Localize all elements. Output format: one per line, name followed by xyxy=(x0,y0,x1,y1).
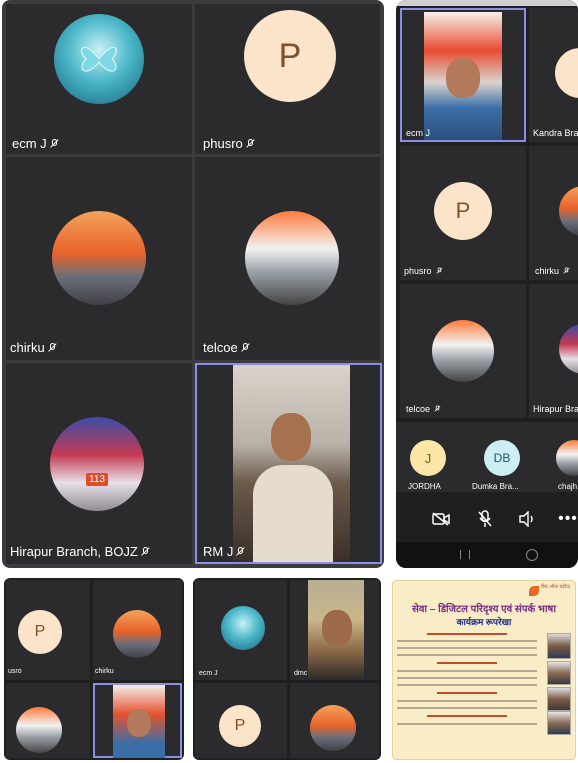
participant-tile[interactable]: dmc xyxy=(290,580,379,680)
document-body xyxy=(397,629,537,755)
participant-tile[interactable]: Hirapur Bra xyxy=(529,284,578,418)
participant-tile[interactable]: chirku xyxy=(93,580,182,680)
participant-avatar[interactable] xyxy=(556,440,578,476)
participant-name: ecm J xyxy=(199,670,218,677)
participant-avatar: P xyxy=(434,182,492,240)
participant-video xyxy=(233,365,350,562)
participant-name: RM J xyxy=(203,544,245,559)
mic-muted-icon xyxy=(48,342,57,353)
participant-tile[interactable]: P phusro xyxy=(195,4,380,154)
speaker-photo xyxy=(547,633,571,659)
phone-meeting-screen: ecm J Kandra Bra P phusro chirku telcoe … xyxy=(396,0,578,568)
speaker-photo xyxy=(547,711,571,735)
participant-tile[interactable]: ecm J xyxy=(195,580,287,680)
participant-video xyxy=(308,580,364,680)
participant-avatar xyxy=(16,707,62,753)
butterfly-icon xyxy=(81,47,117,72)
participant-tile-active[interactable] xyxy=(93,683,182,758)
mic-muted-icon xyxy=(141,546,150,557)
home-icon[interactable] xyxy=(526,549,538,561)
speaker-photo xyxy=(547,687,571,711)
participant-tile[interactable]: telcoe xyxy=(400,284,526,418)
speaker-photo xyxy=(547,661,571,685)
phone-status-bar xyxy=(396,0,578,6)
participant-avatar xyxy=(54,14,144,104)
participant-tile[interactable]: chirku xyxy=(6,157,192,360)
call-controls: ••• xyxy=(396,496,578,542)
mic-muted-icon xyxy=(246,138,255,149)
participant-name: chirku xyxy=(535,266,571,276)
android-nav-bar xyxy=(396,542,578,568)
mic-muted-icon xyxy=(236,546,245,557)
participant-name: usro xyxy=(8,668,22,675)
participant-avatar xyxy=(221,606,265,650)
recents-icon[interactable] xyxy=(460,550,470,559)
participant-avatar xyxy=(245,211,339,305)
participant-avatar[interactable]: J xyxy=(410,440,446,476)
participant-tile[interactable]: Kandra Bra xyxy=(529,8,578,142)
participant-name: JORDHA xyxy=(408,482,441,491)
participant-tile[interactable]: telcoe xyxy=(195,157,380,360)
mic-muted-icon xyxy=(50,138,59,149)
participant-video xyxy=(113,685,165,758)
participant-name: Kandra Bra xyxy=(533,128,578,138)
participant-tile[interactable]: 113 Hirapur Branch, BOJZ xyxy=(6,363,192,564)
participant-name: ecm J xyxy=(12,136,59,151)
bank-name: बैंक ऑफ़ बड़ौदा xyxy=(541,584,571,590)
document-subtitle: कार्यक्रम रूपरेखा xyxy=(456,617,512,627)
bank-logo: बैंक ऑफ़ बड़ौदा xyxy=(529,584,571,600)
participant-strip: J JORDHA DB Dumka Bra... chajh xyxy=(396,422,578,492)
participant-tile-active[interactable]: RM J xyxy=(195,363,382,564)
participant-avatar xyxy=(113,610,161,658)
participant-video xyxy=(424,12,502,140)
mic-muted-icon xyxy=(434,405,440,413)
participant-name: Dumka Bra... xyxy=(472,482,519,491)
participant-tile[interactable]: P phusro xyxy=(400,146,526,280)
participant-name: phusro xyxy=(203,136,255,151)
participant-name: phusro xyxy=(404,266,444,276)
participant-name: Hirapur Bra xyxy=(533,404,578,414)
participant-tile[interactable]: P usro xyxy=(6,580,90,680)
participant-avatar xyxy=(559,324,578,374)
participant-name: chirku xyxy=(10,340,57,355)
main-meeting-grid: ecm J P phusro chirku telcoe 113 Hirapur… xyxy=(2,0,384,568)
participant-name: ecm J xyxy=(406,128,431,138)
mic-off-icon[interactable] xyxy=(474,508,496,530)
participant-name: chajh xyxy=(558,482,578,491)
program-outline-document: बैंक ऑफ़ बड़ौदा सेवा – डिजिटल परिदृश्य ए… xyxy=(392,580,576,760)
participant-tile[interactable] xyxy=(290,683,379,758)
participant-name: telcoe xyxy=(406,404,442,414)
participant-avatar[interactable]: DB xyxy=(484,440,520,476)
participant-avatar: P xyxy=(18,610,62,654)
participant-name: Hirapur Branch, BOJZ xyxy=(10,544,150,559)
more-icon[interactable]: ••• xyxy=(558,508,578,530)
speaker-icon[interactable] xyxy=(516,508,538,530)
participant-name: telcoe xyxy=(203,340,250,355)
mic-muted-icon xyxy=(563,267,569,275)
mic-muted-icon xyxy=(241,342,250,353)
participant-avatar: P xyxy=(244,10,336,102)
participant-avatar xyxy=(559,186,578,236)
participant-avatar: P xyxy=(219,705,261,747)
participant-avatar xyxy=(432,320,494,382)
participant-tile[interactable]: P xyxy=(195,683,287,758)
participant-avatar: 113 xyxy=(50,417,144,511)
participant-name: dmc xyxy=(294,670,308,677)
camera-off-icon[interactable] xyxy=(430,508,452,530)
participant-avatar xyxy=(52,211,146,305)
participant-name: chirku xyxy=(95,668,114,675)
participant-tile-active[interactable]: ecm J xyxy=(400,8,526,142)
mic-muted-icon xyxy=(436,267,442,275)
document-title: सेवा – डिजिटल परिदृश्य एवं संपर्क भाषा xyxy=(412,604,556,615)
participant-avatar xyxy=(555,48,578,98)
participant-tile[interactable]: chirku xyxy=(529,146,578,280)
bottom-left-screenshot: P usro chirku xyxy=(4,578,184,760)
participant-avatar xyxy=(310,705,356,751)
participant-tile[interactable]: ecm J xyxy=(6,4,192,154)
participant-tile[interactable] xyxy=(6,683,90,758)
bottom-middle-screenshot: ecm J dmc P xyxy=(193,578,381,760)
